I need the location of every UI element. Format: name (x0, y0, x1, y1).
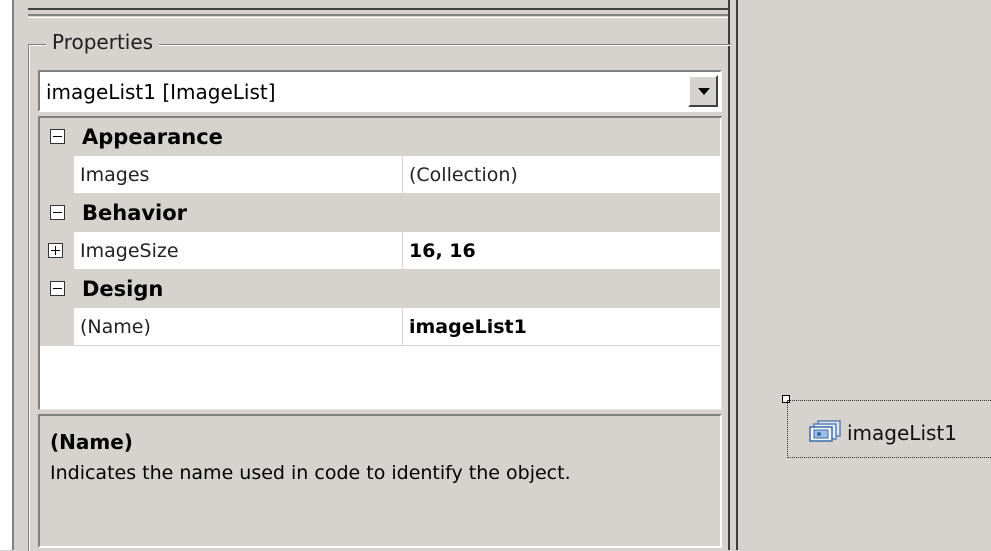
properties-title: Properties (46, 30, 160, 54)
property-value: imageList1 (409, 316, 527, 338)
property-name: ImageSize (80, 240, 179, 262)
object-selector-dropdown[interactable]: imageList1 [ImageList] (38, 70, 722, 112)
category-row-appearance[interactable]: Appearance (40, 118, 720, 156)
collapse-icon[interactable] (50, 129, 65, 144)
property-name: (Name) (80, 316, 151, 338)
property-name-cell[interactable]: ImageSize (74, 232, 403, 270)
category-row-behavior[interactable]: Behavior (40, 194, 720, 232)
window-left-edge (0, 0, 14, 550)
property-value: 16, 16 (409, 240, 476, 262)
property-name: Images (80, 164, 150, 186)
category-label: Design (82, 277, 164, 301)
help-description: Indicates the name used in code to ident… (50, 462, 571, 484)
collapse-icon[interactable] (50, 205, 65, 220)
property-value-cell[interactable]: (Collection) (403, 156, 720, 194)
property-row-name[interactable]: (Name) imageList1 (40, 308, 720, 346)
category-row-design[interactable]: Design (40, 270, 720, 308)
component-tray-area[interactable] (746, 0, 991, 550)
panel-splitter[interactable] (28, 0, 732, 20)
property-name-cell[interactable]: Images (74, 156, 403, 194)
collapse-icon[interactable] (50, 281, 65, 296)
selected-object-label: imageList1 [ImageList] (46, 80, 276, 104)
chevron-down-icon (698, 88, 710, 95)
property-row-imagesize[interactable]: ImageSize 16, 16 (40, 232, 720, 270)
expand-icon[interactable] (48, 243, 63, 258)
dropdown-button[interactable] (688, 75, 718, 107)
property-name-cell[interactable]: (Name) (74, 308, 403, 346)
component-tray-label: imageList1 (847, 421, 957, 445)
category-label: Appearance (82, 125, 223, 149)
property-row-images[interactable]: Images (Collection) (40, 156, 720, 194)
help-title: (Name) (50, 430, 133, 454)
imagelist-icon (809, 420, 841, 442)
property-value: (Collection) (409, 164, 518, 186)
category-label: Behavior (82, 201, 188, 225)
property-value-cell[interactable]: 16, 16 (403, 232, 720, 270)
property-value-cell[interactable]: imageList1 (403, 308, 720, 346)
property-grid[interactable]: Appearance Images (Collection) Behavior … (38, 116, 722, 410)
description-pane: (Name) Indicates the name used in code t… (38, 414, 722, 548)
